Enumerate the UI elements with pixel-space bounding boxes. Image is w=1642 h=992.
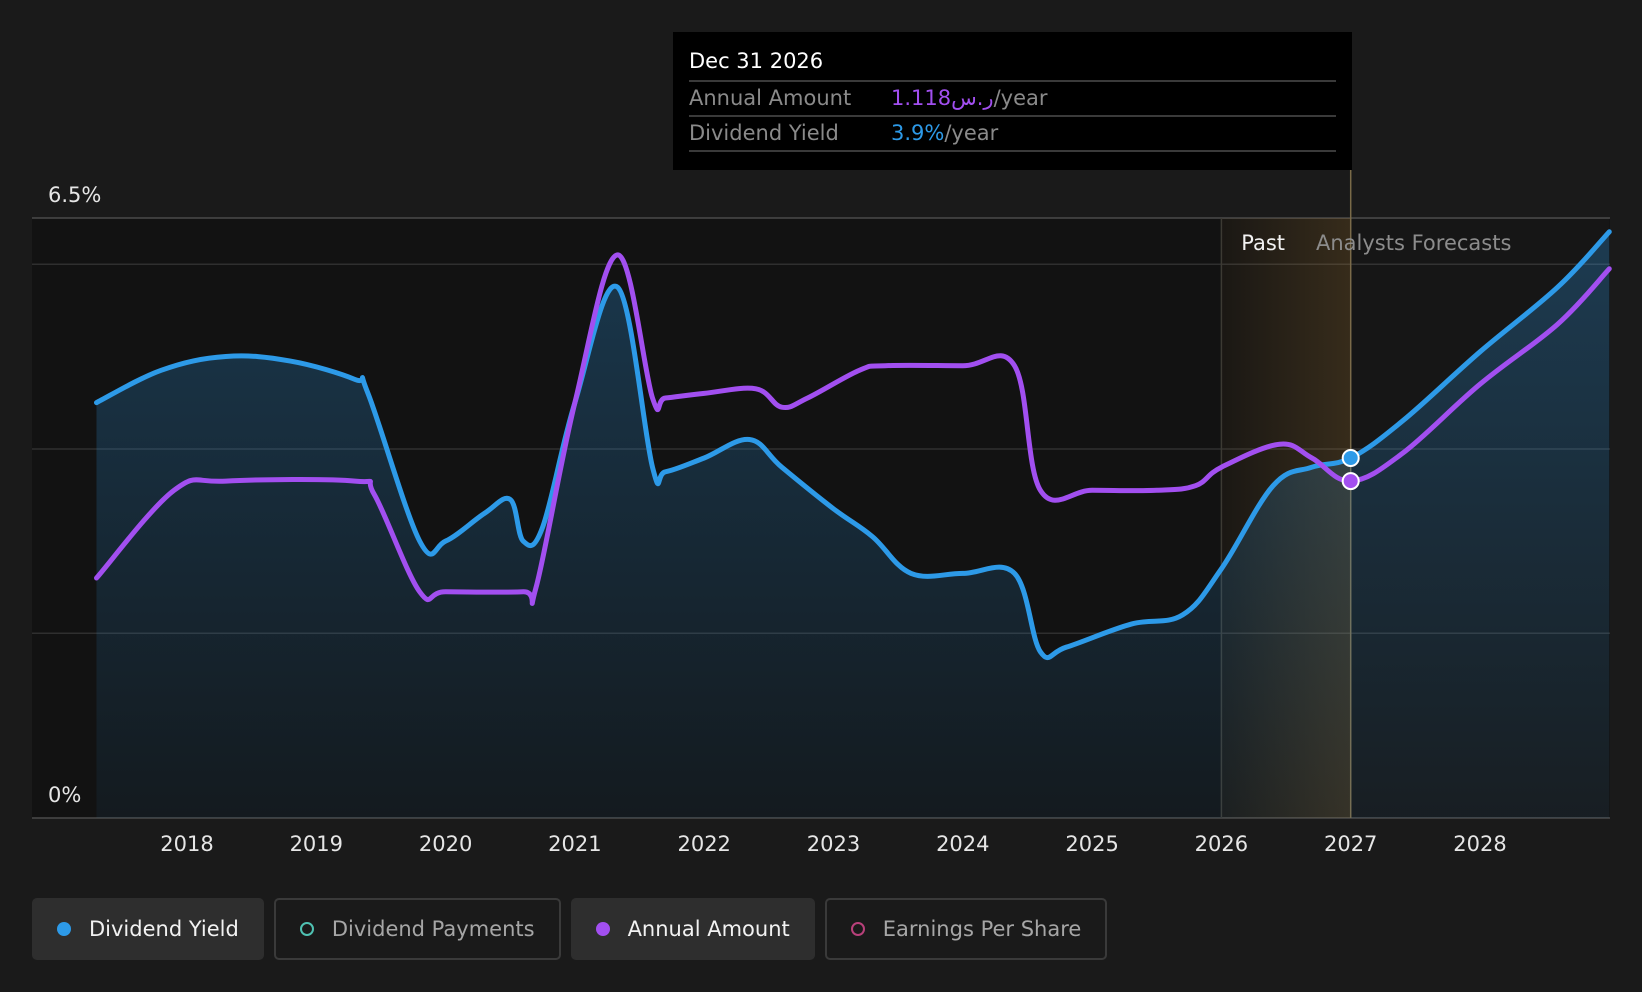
legend-annual-amount[interactable]: Annual Amount bbox=[570, 898, 815, 960]
earnings-per-share-ring-icon bbox=[850, 922, 865, 936]
legend: Dividend Yield Dividend Payments Annual … bbox=[32, 898, 1108, 960]
legend-earnings-per-share[interactable]: Earnings Per Share bbox=[824, 898, 1108, 960]
x-tick-label: 2026 bbox=[1195, 832, 1248, 856]
y-axis-bottom-label: 0% bbox=[48, 783, 81, 807]
annual-amount-dot-icon bbox=[595, 922, 610, 936]
tooltip-value: 3.9% bbox=[891, 121, 945, 145]
tooltip-label: Dividend Yield bbox=[689, 121, 839, 145]
legend-dividend-yield[interactable]: Dividend Yield bbox=[32, 898, 264, 960]
x-tick-label: 2023 bbox=[807, 832, 860, 856]
legend-label: Dividend Payments bbox=[331, 917, 535, 941]
legend-dividend-payments[interactable]: Dividend Payments bbox=[273, 898, 561, 960]
tooltip-date: Dec 31 2026 bbox=[689, 46, 1336, 82]
x-tick-label: 2021 bbox=[548, 832, 601, 856]
x-tick-label: 2019 bbox=[290, 832, 343, 856]
forecast-label: Analysts Forecasts bbox=[1316, 231, 1511, 255]
tooltip-value: 1.118ر.س bbox=[891, 86, 994, 110]
x-tick-label: 2020 bbox=[419, 832, 472, 856]
dividend-yield-highlight-point[interactable] bbox=[1341, 449, 1360, 467]
dividend-payments-ring-icon bbox=[299, 922, 314, 936]
x-tick-label: 2027 bbox=[1324, 832, 1377, 856]
tooltip-row-annual-amount: Annual Amount 1.118ر.س/year bbox=[689, 82, 1336, 117]
tooltip-unit: /year bbox=[944, 121, 999, 145]
x-tick-label: 2028 bbox=[1453, 832, 1506, 856]
tooltip-label: Annual Amount bbox=[689, 86, 852, 110]
x-tick-label: 2022 bbox=[677, 832, 730, 856]
tooltip-row-dividend-yield: Dividend Yield 3.9%/year bbox=[689, 117, 1336, 152]
legend-label: Dividend Yield bbox=[89, 917, 239, 941]
legend-label: Earnings Per Share bbox=[882, 917, 1082, 941]
annual-amount-highlight-point[interactable] bbox=[1341, 472, 1360, 491]
x-tick-label: 2024 bbox=[936, 832, 989, 856]
x-tick-label: 2018 bbox=[160, 832, 213, 856]
tooltip-unit: /year bbox=[993, 86, 1048, 110]
y-axis-top-label: 6.5% bbox=[48, 183, 101, 207]
dividend-chart: 6.5% 0% Past Analysts Forecasts 2018 2019… bbox=[0, 0, 1642, 988]
dividend-yield-dot-icon bbox=[57, 922, 71, 936]
tooltip: Dec 31 2026 Annual Amount 1.118ر.س/year … bbox=[673, 32, 1352, 170]
legend-label: Annual Amount bbox=[627, 917, 790, 941]
past-label: Past bbox=[1241, 231, 1285, 255]
x-tick-label: 2025 bbox=[1065, 832, 1118, 856]
